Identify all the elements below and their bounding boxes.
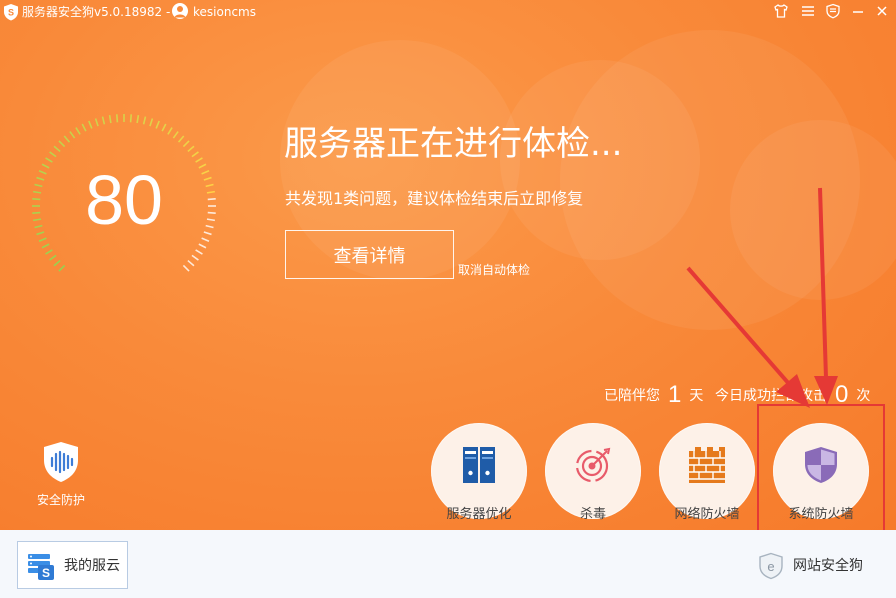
minimize-icon[interactable] [848,2,868,20]
website-guard-icon: e [759,552,783,580]
gauge-tick [195,249,203,255]
gauge-tick [187,259,195,267]
gauge-tick [129,114,133,123]
gauge-tick [115,114,119,123]
svg-text:e: e [767,559,774,574]
gauge-tick [75,127,81,135]
user-avatar-icon[interactable] [172,3,188,19]
gauge-tick [142,116,147,125]
days-label: 已陪伴您 [604,388,660,404]
footer-bar: S 我的服云 e 网站安全狗 [0,530,896,598]
gauge-tick [177,135,185,143]
gauge-tick [182,264,190,272]
tool-label: 网络防火墙 [674,507,740,522]
gauge-tick [53,259,61,267]
gauge-tick [53,145,61,153]
days-unit: 天 [689,388,704,404]
scan-headline: 服务器正在进行体检... [284,124,623,164]
cancel-auto-scan-link[interactable]: 取消自动体检 [458,263,530,277]
website-guard-label: 网站安全狗 [793,558,863,574]
gauge-tick [94,118,99,127]
tool-server-optimize[interactable]: 服务器优化 [431,423,527,527]
gauge-tick [69,131,76,139]
gauge-tick [49,254,57,261]
view-details-button[interactable]: 查看详情 [285,230,454,279]
gauge-tick [182,140,190,148]
svg-text:S: S [42,566,50,580]
gauge-tick [172,131,179,139]
gauge-tick [81,123,87,132]
tool-network-firewall[interactable]: 网络防火墙 [659,423,755,527]
gauge-tick [198,243,207,249]
gauge-tick [41,243,50,249]
gauge-tick [101,116,106,125]
svg-text:S: S [8,8,14,18]
blocks-unit: 次 [856,388,871,404]
my-cloud-button[interactable]: S 我的服云 [17,541,128,589]
user-name[interactable]: kesioncms [193,4,256,20]
highlight-box [757,404,885,538]
gauge-tick [58,264,66,272]
my-cloud-label: 我的服云 [64,558,120,574]
gauge-tick [58,140,66,148]
gauge-tick [88,120,93,129]
server-binders-icon [463,447,495,483]
scan-summary: 共发现1类问题，建议体检结束后立即修复 [285,189,584,208]
target-scan-icon [575,447,611,483]
gauge-tick [167,127,173,135]
security-protection-label: 安全防护 [36,493,85,507]
title-bar: S 服务器安全狗v5.0.18982 - kesioncms [0,0,896,24]
gauge-tick [149,118,154,127]
tool-label: 服务器优化 [446,507,512,522]
cloud-server-icon: S [28,554,54,580]
security-protection-button[interactable]: 安全防护 [30,440,92,508]
brick-wall-icon [689,447,725,483]
gauge-tick [108,115,112,124]
gauge-tick [45,249,53,255]
gauge-tick [155,120,160,129]
tool-label: 杀毒 [579,507,606,522]
shirt-icon[interactable] [771,2,791,20]
gauge-tick [63,135,71,143]
blocks-label: 今日成功拦截攻击 [715,388,827,404]
shield-wave-icon [44,442,78,482]
gauge-tick [191,151,199,158]
app-logo-icon: S [4,4,18,21]
shield-small-icon[interactable] [823,2,843,20]
tool-antivirus[interactable]: 杀毒 [545,423,641,527]
health-score: 80 [85,161,163,239]
gauge-tick [136,115,140,124]
close-icon[interactable] [872,2,892,20]
days-accompanied-stat: 已陪伴您 1 天 [604,380,703,411]
app-window: S 服务器安全狗v5.0.18982 - kesioncms 80 服务器正在进… [0,0,896,598]
menu-icon[interactable] [798,2,818,20]
app-title: 服务器安全狗v5.0.18982 - [22,5,171,19]
gauge-tick [187,145,195,153]
gauge-tick [161,123,167,132]
days-value: 1 [668,381,682,408]
gauge-tick [49,151,57,158]
gauge-tick [191,254,199,261]
